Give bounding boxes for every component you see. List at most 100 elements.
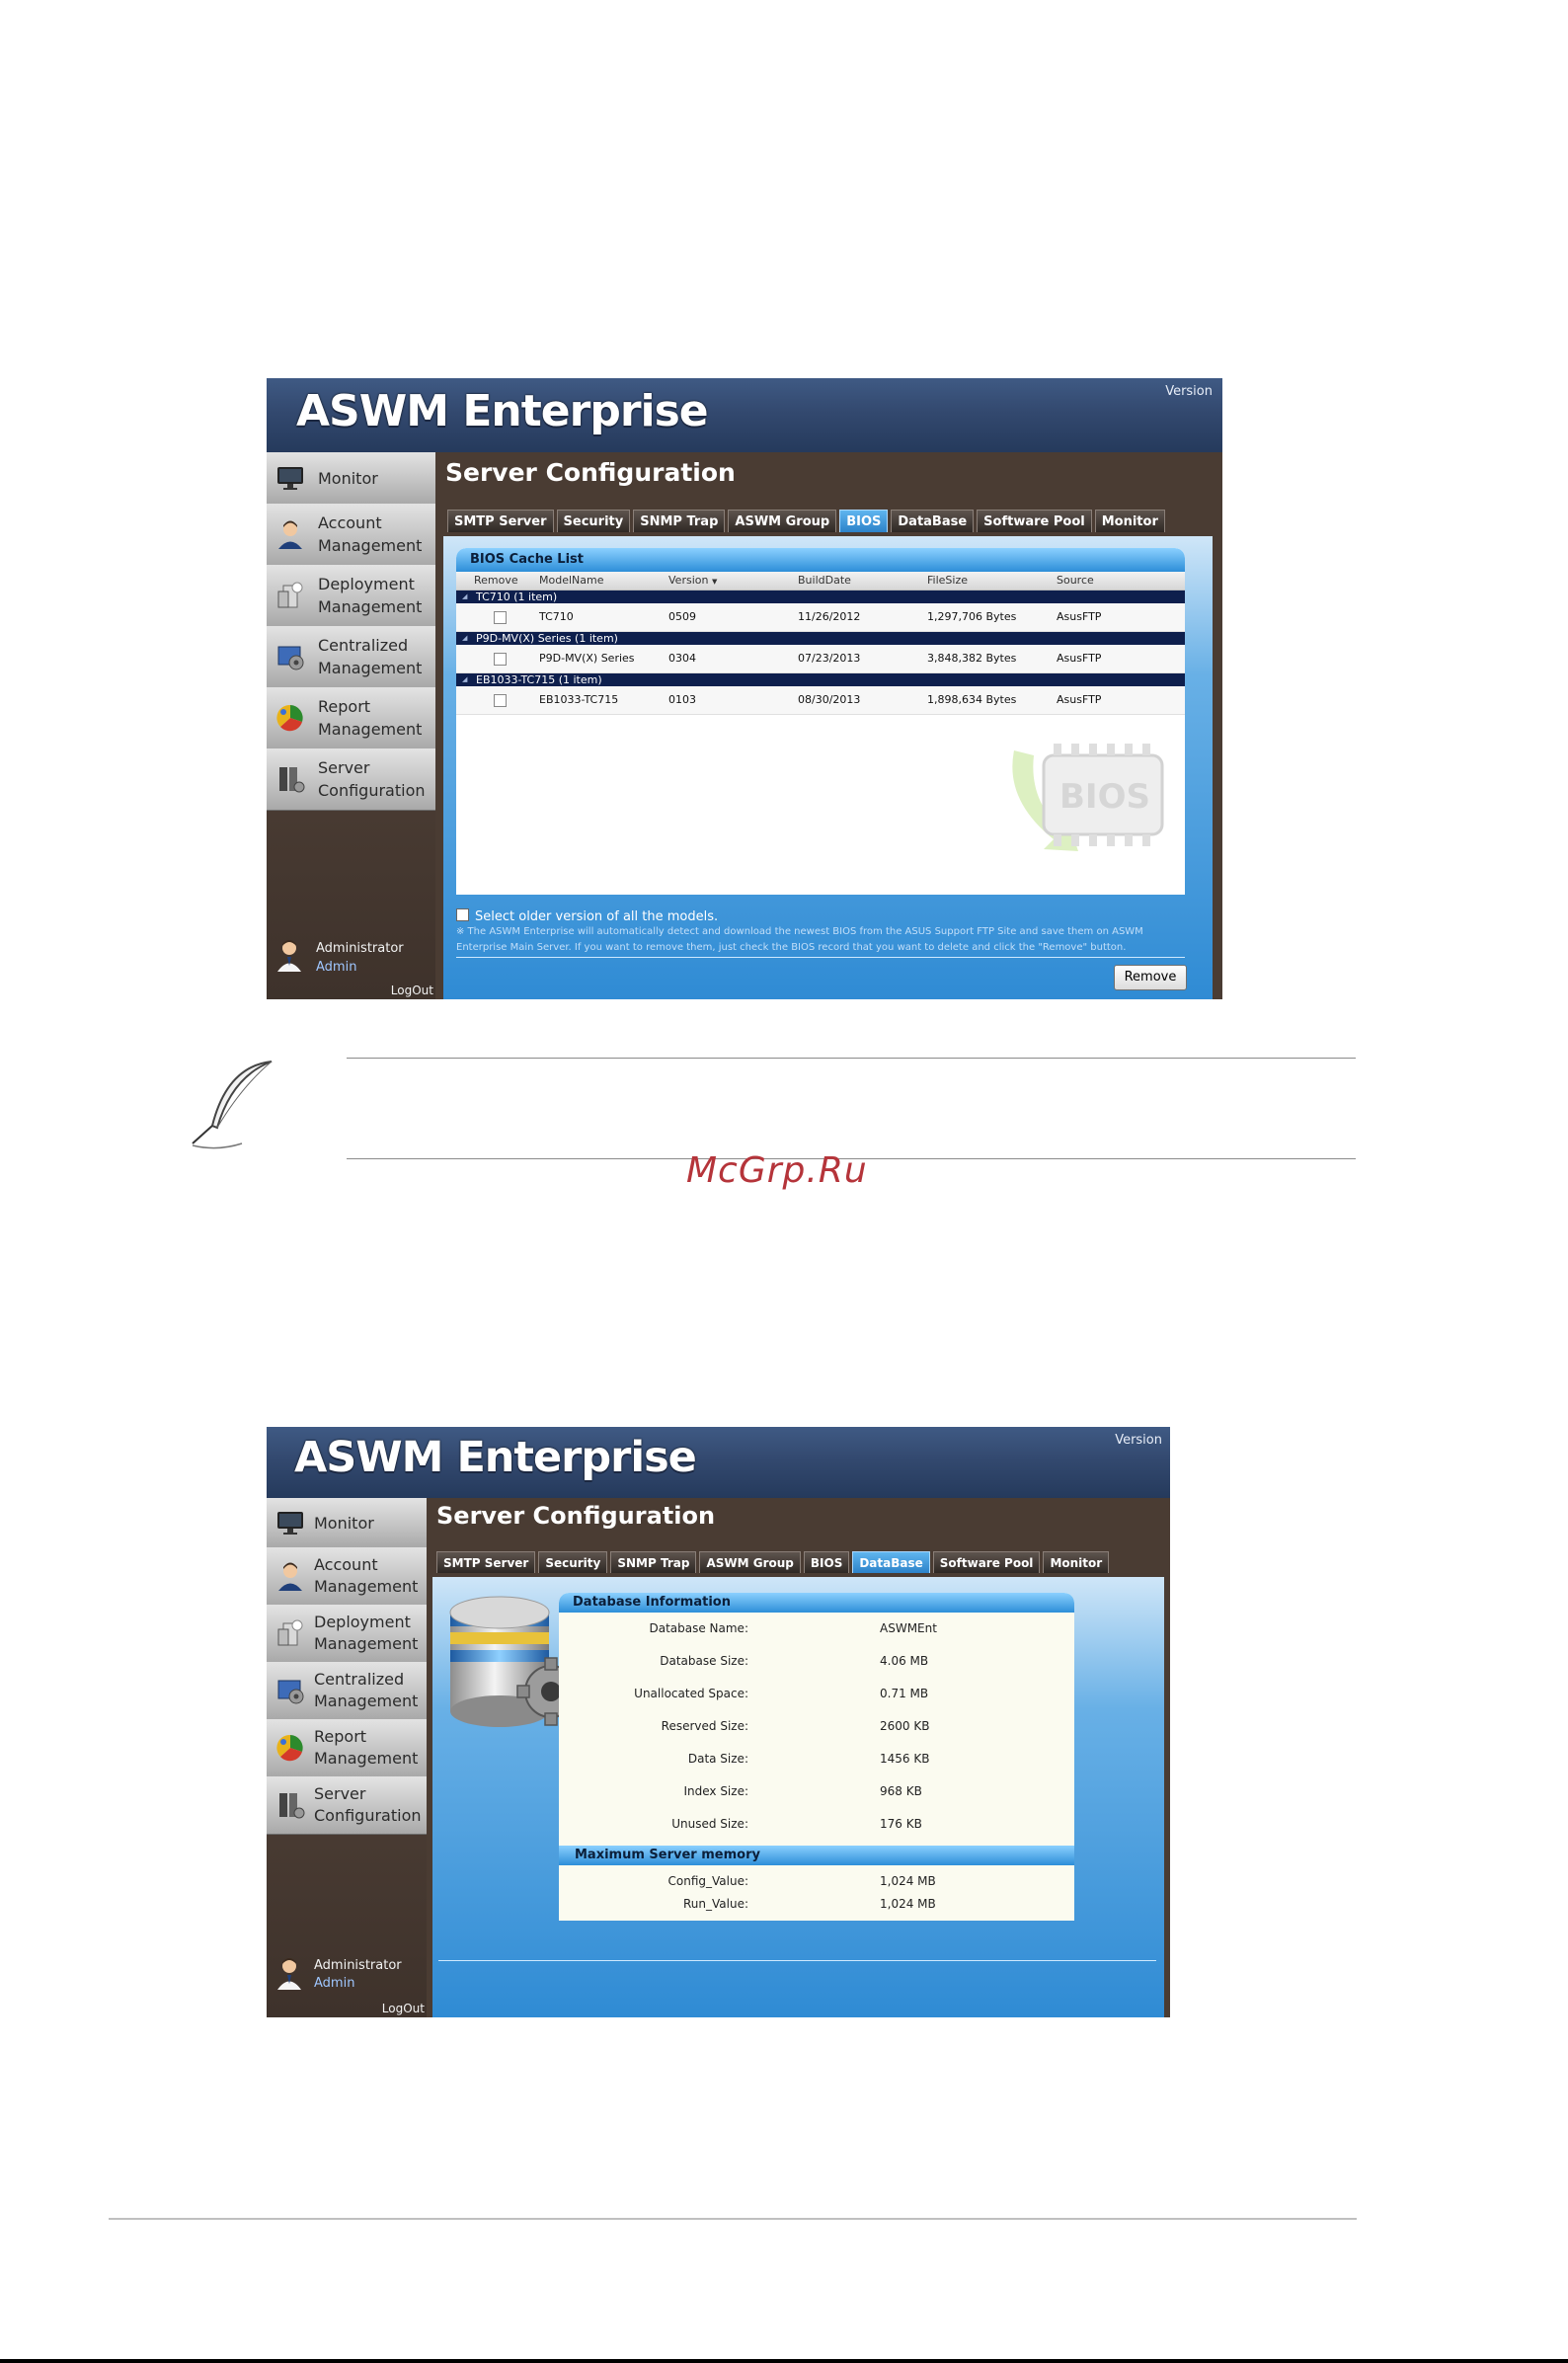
db-info-key: Data Size:	[687, 1752, 748, 1766]
older-version-option[interactable]: Select older version of all the models.	[456, 908, 718, 924]
tab-software-pool[interactable]: Software Pool	[977, 510, 1092, 532]
nav-label: Account	[318, 513, 382, 532]
tab-monitor[interactable]: Monitor	[1094, 510, 1165, 532]
tab-software-pool[interactable]: Software Pool	[932, 1551, 1041, 1573]
db-info-key: Reserved Size:	[661, 1719, 748, 1733]
nav-label: Management	[318, 659, 423, 677]
app-header: ASWM Enterprise Version	[267, 378, 1222, 452]
page-title: Server Configuration	[436, 1502, 716, 1530]
version-link[interactable]: Version	[1165, 384, 1213, 399]
tab-aswm-group[interactable]: ASWM Group	[728, 510, 837, 532]
nav-monitor[interactable]: Monitor	[267, 1498, 427, 1548]
config-tabs: SMTP Server Security SNMP Trap ASWM Grou…	[447, 510, 1165, 532]
bios-note-line: Enterprise Main Server. If you want to r…	[456, 942, 1127, 953]
grid-header: Remove ModelName Version ▼ BuildDate Fil…	[456, 572, 1185, 591]
bios-cache-list-title: BIOS Cache List	[456, 548, 1185, 572]
nav-deployment-management[interactable]: Deployment Management	[267, 1605, 427, 1663]
nav-centralized-management[interactable]: Centralized Management	[267, 626, 435, 688]
deployment-icon	[277, 1619, 303, 1646]
cell-file-size: 1,898,634 Bytes	[927, 693, 1017, 706]
tab-aswm-group[interactable]: ASWM Group	[699, 1551, 801, 1573]
group-header[interactable]: EB1033-TC715 (1 item)	[456, 673, 1185, 686]
config-tabs: SMTP Server Security SNMP Trap ASWM Grou…	[436, 1551, 1110, 1573]
version-link[interactable]: Version	[1115, 1433, 1162, 1448]
main-area: Server Configuration SMTP Server Securit…	[435, 452, 1222, 999]
cell-file-size: 3,848,382 Bytes	[927, 652, 1017, 665]
db-info-key: Unallocated Space:	[634, 1687, 748, 1700]
col-builddate[interactable]: BuildDate	[798, 574, 851, 587]
nav-monitor[interactable]: Monitor	[267, 452, 435, 505]
db-info-value: 1456 KB	[880, 1752, 930, 1766]
bios-cache-list: BIOS Cache List Remove ModelName Version…	[456, 548, 1185, 895]
remove-checkbox[interactable]	[494, 611, 507, 624]
group-header[interactable]: TC710 (1 item)	[456, 591, 1185, 603]
tab-monitor[interactable]: Monitor	[1043, 1551, 1110, 1573]
group-title: EB1033-TC715 (1 item)	[476, 673, 602, 686]
db-info-value: 0.71 MB	[880, 1687, 929, 1700]
nav-label: Management	[314, 1749, 419, 1768]
col-modelname[interactable]: ModelName	[539, 574, 603, 587]
nav-report-management[interactable]: Report Management	[267, 1719, 427, 1777]
cell-version: 0509	[668, 610, 696, 623]
nav-account-management[interactable]: Account Management	[267, 1547, 427, 1606]
nav-label: Centralized	[318, 636, 409, 655]
col-source[interactable]: Source	[1057, 574, 1094, 587]
table-row: TC710 0509 11/26/2012 1,297,706 Bytes As…	[456, 603, 1185, 632]
tab-smtp-server[interactable]: SMTP Server	[447, 510, 554, 532]
nav-server-configuration[interactable]: Server Configuration	[267, 1776, 427, 1835]
nav-report-management[interactable]: Report Management	[267, 687, 435, 749]
tab-database[interactable]: DataBase	[852, 1551, 930, 1573]
col-filesize[interactable]: FileSize	[927, 574, 968, 587]
db-info-value: 968 KB	[880, 1784, 922, 1798]
nav-account-management[interactable]: Account Management	[267, 504, 435, 566]
nav-centralized-management[interactable]: Centralized Management	[267, 1662, 427, 1720]
group-header[interactable]: P9D-MV(X) Series (1 item)	[456, 632, 1185, 645]
cell-version: 0304	[668, 652, 696, 665]
cell-version: 0103	[668, 693, 696, 706]
user-icon	[278, 1562, 302, 1591]
db-info-key: Index Size:	[683, 1784, 748, 1798]
nav-label: Deployment	[318, 575, 415, 593]
nav-deployment-management[interactable]: Deployment Management	[267, 565, 435, 627]
remove-button[interactable]: Remove	[1114, 965, 1187, 990]
col-version[interactable]: Version ▼	[668, 574, 717, 587]
nav-label: Management	[314, 1692, 419, 1710]
tab-smtp-server[interactable]: SMTP Server	[436, 1551, 536, 1573]
db-mem-row: Run_Value: 1,024 MB	[559, 1888, 1074, 1921]
separator-line	[456, 957, 1185, 958]
db-info-value: 4.06 MB	[880, 1654, 929, 1668]
tab-bios[interactable]: BIOS	[803, 1551, 850, 1573]
group-title: TC710 (1 item)	[476, 591, 558, 603]
database-screenshot: ASWM Enterprise Version Monitor Account …	[267, 1427, 1170, 2017]
tab-bios[interactable]: BIOS	[839, 510, 889, 532]
remove-checkbox[interactable]	[494, 653, 507, 666]
cell-model: EB1033-TC715	[539, 693, 619, 706]
nav-label: Management	[314, 1577, 419, 1596]
nav-server-configuration[interactable]: Server Configuration	[267, 748, 435, 811]
tab-snmp-trap[interactable]: SNMP Trap	[633, 510, 726, 532]
older-version-checkbox[interactable]	[456, 908, 469, 921]
logout-link[interactable]: LogOut	[391, 984, 433, 997]
page-footer-rule	[109, 2218, 1357, 2220]
separator-line	[438, 1960, 1156, 1961]
nav-label: Monitor	[314, 1514, 374, 1533]
app-header: ASWM Enterprise Version	[267, 1427, 1170, 1498]
centralized-icon	[277, 646, 304, 670]
nav-label: Server	[318, 758, 370, 777]
logout-link[interactable]: LogOut	[382, 2002, 425, 2015]
tab-database[interactable]: DataBase	[891, 510, 975, 532]
remove-checkbox[interactable]	[494, 694, 507, 707]
tab-security[interactable]: Security	[538, 1551, 608, 1573]
tab-snmp-trap[interactable]: SNMP Trap	[610, 1551, 697, 1573]
database-info-title: Database Information	[559, 1593, 1074, 1613]
db-info-value: ASWMEnt	[880, 1621, 937, 1635]
user-name[interactable]: Admin	[314, 1976, 354, 1991]
user-name[interactable]: Admin	[316, 960, 356, 975]
col-remove[interactable]: Remove	[474, 574, 518, 587]
cell-file-size: 1,297,706 Bytes	[927, 610, 1017, 623]
quill-note-icon	[192, 1061, 273, 1149]
bios-panel: BIOS Cache List Remove ModelName Version…	[443, 536, 1213, 999]
tab-security[interactable]: Security	[556, 510, 631, 532]
administrator-avatar-icon	[277, 940, 301, 972]
report-icon	[276, 704, 303, 732]
